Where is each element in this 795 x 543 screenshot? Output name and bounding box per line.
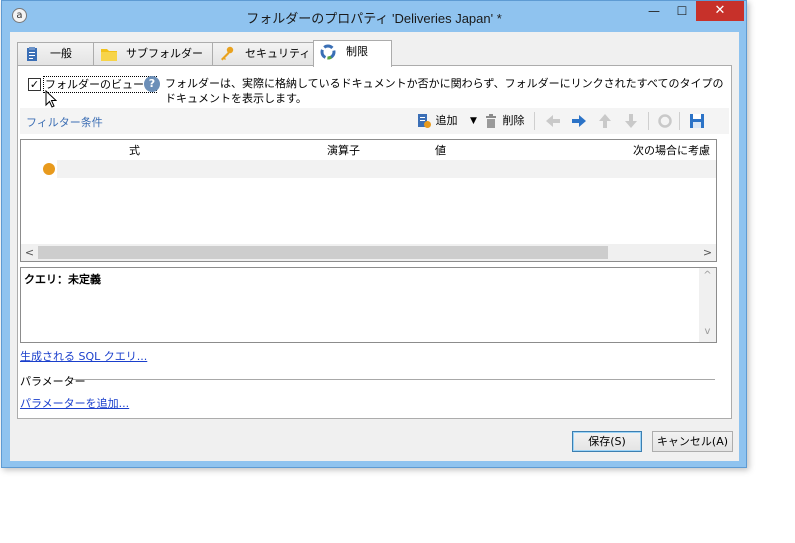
add-parameter-link[interactable]: パラメーターを追加... bbox=[20, 395, 129, 411]
maximize-button[interactable]: ☐ bbox=[668, 1, 696, 21]
parameters-heading: パラメーター bbox=[20, 375, 86, 388]
column-header-expression[interactable]: 式 bbox=[129, 142, 140, 158]
properties-dialog: a フォルダーのプロパティ 'Deliveries Japan' * — ☐ ✕… bbox=[1, 0, 747, 468]
save-filter-button[interactable] bbox=[689, 111, 705, 131]
column-header-consider-if[interactable]: 次の場合に考慮 bbox=[633, 142, 710, 158]
mouse-cursor-icon bbox=[45, 90, 57, 108]
filter-toolbar: フィルター条件 追加 ▼ 削除 bbox=[20, 108, 729, 134]
view-folder-description: フォルダーは、実際に格納しているドキュメントか否かに関わらず、フォルダーにリンク… bbox=[165, 77, 724, 105]
query-preview: クエリ：未定義 ^ v bbox=[20, 267, 717, 343]
generated-sql-link[interactable]: 生成される SQL クエリ... bbox=[20, 348, 147, 364]
column-header-value[interactable]: 値 bbox=[435, 142, 446, 158]
vertical-scrollbar[interactable]: ^ v bbox=[699, 268, 716, 342]
scroll-right-icon[interactable]: > bbox=[699, 245, 716, 260]
add-button[interactable]: 追加 bbox=[416, 111, 458, 131]
view-folder-checkbox[interactable]: ✓ bbox=[28, 78, 41, 91]
title-bar[interactable]: a フォルダーのプロパティ 'Deliveries Japan' * — ☐ ✕ bbox=[2, 1, 746, 31]
add-dropdown-arrow[interactable]: ▼ bbox=[470, 111, 477, 131]
tab-subfolders[interactable]: サブフォルダー bbox=[93, 42, 213, 66]
view-folder-label[interactable]: フォルダーのビュー化 bbox=[43, 76, 157, 93]
filter-grid[interactable]: 式 演算子 値 次の場合に考慮 < > bbox=[20, 139, 717, 262]
tab-label: 一般 bbox=[50, 47, 72, 60]
restriction-panel: ✓ フォルダーのビュー化 ? フォルダーは、実際に格納しているドキュメントか否か… bbox=[17, 65, 732, 419]
arrow-right-icon bbox=[571, 113, 587, 129]
table-row[interactable] bbox=[57, 160, 716, 178]
key-icon bbox=[219, 46, 237, 62]
arrow-left-icon bbox=[545, 113, 561, 129]
tab-label: セキュリティ bbox=[245, 47, 311, 60]
add-label: 追加 bbox=[435, 114, 458, 127]
toolbar-separator bbox=[679, 112, 680, 130]
floppy-disk-icon bbox=[689, 113, 705, 129]
scroll-up-icon[interactable]: ^ bbox=[699, 270, 716, 281]
clipboard-icon bbox=[24, 46, 42, 62]
add-condition-icon bbox=[416, 113, 432, 129]
refresh-button[interactable] bbox=[657, 111, 673, 131]
window-title: フォルダーのプロパティ 'Deliveries Japan' * bbox=[246, 11, 502, 26]
filter-conditions-label: フィルター条件 bbox=[26, 116, 103, 129]
toolbar-separator bbox=[534, 112, 535, 130]
arrow-up-icon bbox=[597, 113, 613, 129]
scroll-down-icon[interactable]: v bbox=[699, 326, 716, 337]
column-header-operator[interactable]: 演算子 bbox=[327, 142, 360, 158]
trash-icon bbox=[483, 113, 499, 129]
scroll-left-icon[interactable]: < bbox=[21, 245, 38, 260]
close-button[interactable]: ✕ bbox=[696, 1, 744, 21]
help-icon: ? bbox=[144, 76, 160, 92]
delete-label: 削除 bbox=[502, 114, 525, 127]
tab-label: 制限 bbox=[346, 45, 368, 58]
horizontal-scrollbar[interactable]: < > bbox=[21, 244, 716, 261]
tab-restriction[interactable]: 制限 bbox=[313, 40, 392, 67]
toolbar-separator bbox=[648, 112, 649, 130]
refresh-icon bbox=[657, 113, 673, 129]
grid-header: 式 演算子 値 次の場合に考慮 bbox=[21, 140, 716, 158]
arrow-down-icon bbox=[623, 113, 639, 129]
tab-general[interactable]: 一般 bbox=[17, 42, 94, 66]
query-status: クエリ：未定義 bbox=[24, 273, 101, 286]
tab-security[interactable]: セキュリティ bbox=[212, 42, 314, 66]
cancel-button[interactable]: キャンセル(A) bbox=[652, 431, 733, 452]
condition-status-icon bbox=[43, 163, 55, 175]
move-up-button[interactable] bbox=[597, 111, 613, 131]
scroll-thumb[interactable] bbox=[38, 246, 608, 259]
folder-icon bbox=[100, 46, 118, 62]
restriction-icon bbox=[320, 44, 338, 60]
move-down-button[interactable] bbox=[623, 111, 639, 131]
move-right-button[interactable] bbox=[571, 111, 587, 131]
save-button[interactable]: 保存(S) bbox=[572, 431, 642, 452]
minimize-button[interactable]: — bbox=[640, 1, 668, 21]
dialog-client: 一般 サブフォルダー セキュリティ 制限 ✓ フォルダーのビュー化 ? フォルダ… bbox=[10, 32, 739, 461]
tab-label: サブフォルダー bbox=[126, 47, 203, 60]
move-left-button[interactable] bbox=[545, 111, 561, 131]
delete-button[interactable]: 削除 bbox=[483, 111, 525, 131]
parameters-divider bbox=[73, 379, 715, 380]
